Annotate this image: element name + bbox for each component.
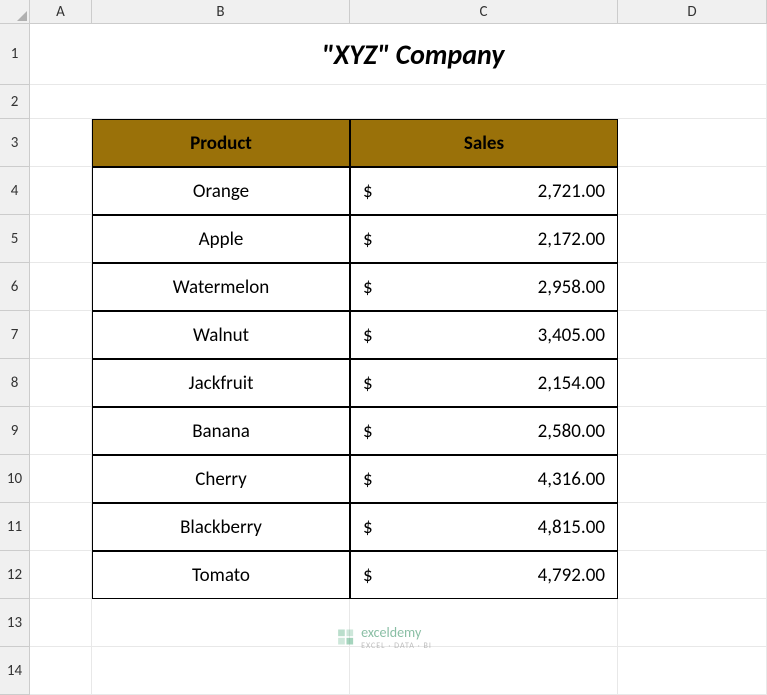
- sales-value: 4,792.00: [373, 564, 605, 587]
- cell-a8[interactable]: [30, 359, 92, 407]
- row-header-3[interactable]: 3: [0, 119, 30, 167]
- col-header-c[interactable]: C: [350, 0, 618, 24]
- sales-value: 2,721.00: [373, 180, 605, 203]
- sales-cell[interactable]: $ 2,172.00: [350, 215, 618, 263]
- table-header-product[interactable]: Product: [92, 119, 350, 167]
- cell-d13[interactable]: [618, 599, 767, 647]
- cell-d5[interactable]: [618, 215, 767, 263]
- sales-value: 2,958.00: [373, 276, 605, 299]
- cell-b14[interactable]: [92, 647, 350, 695]
- cell-a13[interactable]: [30, 599, 92, 647]
- currency-symbol: $: [363, 420, 373, 443]
- product-cell[interactable]: Tomato: [92, 551, 350, 599]
- cell-a10[interactable]: [30, 455, 92, 503]
- page-title: "XYZ" Company: [322, 37, 505, 72]
- currency-symbol: $: [363, 276, 373, 299]
- product-cell[interactable]: Cherry: [92, 455, 350, 503]
- cell-d14[interactable]: [618, 647, 767, 695]
- row-header-2[interactable]: 2: [0, 85, 30, 119]
- cell-d11[interactable]: [618, 503, 767, 551]
- cell-d8[interactable]: [618, 359, 767, 407]
- cell-a14[interactable]: [30, 647, 92, 695]
- row-header-12[interactable]: 12: [0, 551, 30, 599]
- row-header-1[interactable]: 1: [0, 24, 30, 85]
- row-header-7[interactable]: 7: [0, 311, 30, 359]
- cell-d9[interactable]: [618, 407, 767, 455]
- cell-d12[interactable]: [618, 551, 767, 599]
- sales-cell[interactable]: $ 2,580.00: [350, 407, 618, 455]
- sales-value: 2,172.00: [373, 228, 605, 251]
- select-all-corner[interactable]: [0, 0, 30, 24]
- watermark-name: exceldemy: [361, 624, 421, 641]
- currency-symbol: $: [363, 228, 373, 251]
- row-header-9[interactable]: 9: [0, 407, 30, 455]
- col-header-a[interactable]: A: [30, 0, 92, 24]
- row-header-4[interactable]: 4: [0, 167, 30, 215]
- cell-d4[interactable]: [618, 167, 767, 215]
- sales-cell[interactable]: $ 4,815.00: [350, 503, 618, 551]
- spreadsheet-grid: A B C D 1 "XYZ" Company 2 3 Product Sale…: [0, 0, 767, 695]
- product-cell[interactable]: Blackberry: [92, 503, 350, 551]
- product-cell[interactable]: Orange: [92, 167, 350, 215]
- sales-value: 2,154.00: [373, 372, 605, 395]
- currency-symbol: $: [363, 324, 373, 347]
- watermark-sub: EXCEL · DATA · BI: [361, 642, 432, 650]
- currency-symbol: $: [363, 564, 373, 587]
- sales-cell[interactable]: $ 3,405.00: [350, 311, 618, 359]
- sales-cell[interactable]: $ 4,792.00: [350, 551, 618, 599]
- cell-a4[interactable]: [30, 167, 92, 215]
- sales-value: 4,815.00: [373, 516, 605, 539]
- cell-a9[interactable]: [30, 407, 92, 455]
- col-header-b[interactable]: B: [92, 0, 350, 24]
- sales-cell[interactable]: $ 2,154.00: [350, 359, 618, 407]
- table-header-sales[interactable]: Sales: [350, 119, 618, 167]
- currency-symbol: $: [363, 180, 373, 203]
- row-header-5[interactable]: 5: [0, 215, 30, 263]
- product-cell[interactable]: Walnut: [92, 311, 350, 359]
- cell-row2[interactable]: [30, 85, 767, 119]
- row-header-8[interactable]: 8: [0, 359, 30, 407]
- currency-symbol: $: [363, 516, 373, 539]
- sales-cell[interactable]: $ 2,958.00: [350, 263, 618, 311]
- sales-value: 2,580.00: [373, 420, 605, 443]
- sales-cell[interactable]: $ 2,721.00: [350, 167, 618, 215]
- cell-d10[interactable]: [618, 455, 767, 503]
- cell-b13[interactable]: [92, 599, 350, 647]
- row-header-10[interactable]: 10: [0, 455, 30, 503]
- row-header-11[interactable]: 11: [0, 503, 30, 551]
- cell-a3[interactable]: [30, 119, 92, 167]
- product-cell[interactable]: Jackfruit: [92, 359, 350, 407]
- sales-cell[interactable]: $ 4,316.00: [350, 455, 618, 503]
- row-header-6[interactable]: 6: [0, 263, 30, 311]
- sales-value: 4,316.00: [373, 468, 605, 491]
- product-cell[interactable]: Banana: [92, 407, 350, 455]
- currency-symbol: $: [363, 372, 373, 395]
- col-header-d[interactable]: D: [618, 0, 767, 24]
- cell-a12[interactable]: [30, 551, 92, 599]
- cell-d3[interactable]: [618, 119, 767, 167]
- row-header-14[interactable]: 14: [0, 647, 30, 695]
- watermark: exceldemy EXCEL · DATA · BI: [335, 623, 432, 650]
- cell-a11[interactable]: [30, 503, 92, 551]
- cell-c14[interactable]: [350, 647, 618, 695]
- cell-a7[interactable]: [30, 311, 92, 359]
- sales-value: 3,405.00: [373, 324, 605, 347]
- title-cell[interactable]: "XYZ" Company: [30, 24, 767, 85]
- cell-a6[interactable]: [30, 263, 92, 311]
- cell-d6[interactable]: [618, 263, 767, 311]
- cell-d7[interactable]: [618, 311, 767, 359]
- product-cell[interactable]: Watermelon: [92, 263, 350, 311]
- watermark-icon: [335, 627, 355, 647]
- row-header-13[interactable]: 13: [0, 599, 30, 647]
- product-cell[interactable]: Apple: [92, 215, 350, 263]
- cell-a5[interactable]: [30, 215, 92, 263]
- currency-symbol: $: [363, 468, 373, 491]
